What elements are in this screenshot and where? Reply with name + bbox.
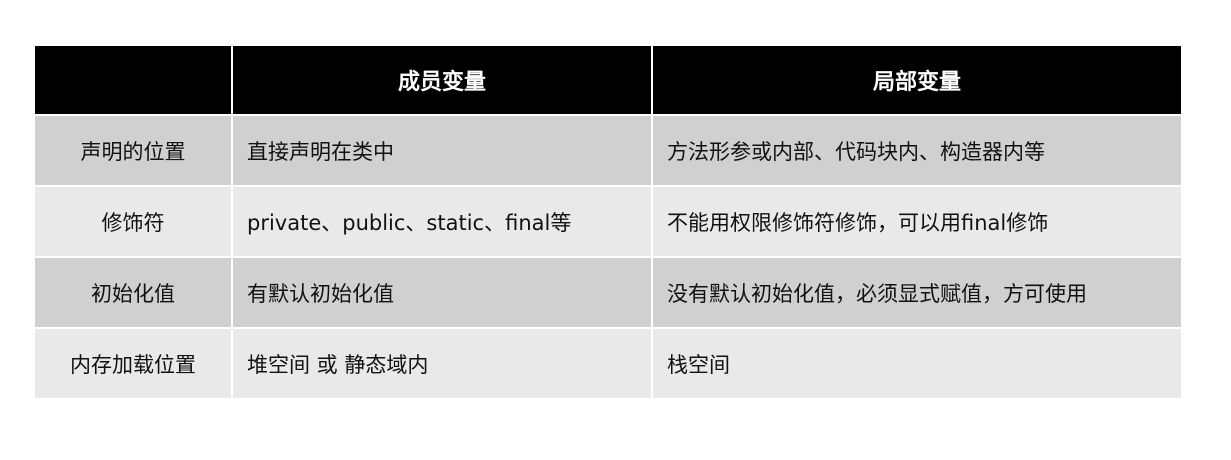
header-local-variable: 局部变量 [651,44,1183,116]
local-variable-cell: 栈空间 [651,327,1183,400]
row-label: 修饰符 [33,185,233,258]
member-variable-cell: 有默认初始化值 [231,256,653,329]
table-row: 修饰符 private、public、static、final等 不能用权限修饰… [33,185,1183,258]
table-row: 初始化值 有默认初始化值 没有默认初始化值，必须显式赋值，方可使用 [33,256,1183,329]
header-corner-cell [33,44,233,116]
table-header: 成员变量 局部变量 [33,44,1183,116]
member-variable-cell: private、public、static、final等 [231,185,653,258]
member-variable-cell: 直接声明在类中 [231,114,653,187]
table-row: 声明的位置 直接声明在类中 方法形参或内部、代码块内、构造器内等 [33,114,1183,187]
row-label: 内存加载位置 [33,327,233,400]
table-row: 内存加载位置 堆空间 或 静态域内 栈空间 [33,327,1183,400]
row-label: 初始化值 [33,256,233,329]
local-variable-cell: 不能用权限修饰符修饰，可以用final修饰 [651,185,1183,258]
header-member-variable: 成员变量 [231,44,653,116]
table-body: 声明的位置 直接声明在类中 方法形参或内部、代码块内、构造器内等 修饰符 pri… [33,114,1183,400]
header-row: 成员变量 局部变量 [33,44,1183,116]
row-label: 声明的位置 [33,114,233,187]
comparison-table: 成员变量 局部变量 声明的位置 直接声明在类中 方法形参或内部、代码块内、构造器… [33,44,1183,400]
local-variable-cell: 没有默认初始化值，必须显式赋值，方可使用 [651,256,1183,329]
member-variable-cell: 堆空间 或 静态域内 [231,327,653,400]
local-variable-cell: 方法形参或内部、代码块内、构造器内等 [651,114,1183,187]
